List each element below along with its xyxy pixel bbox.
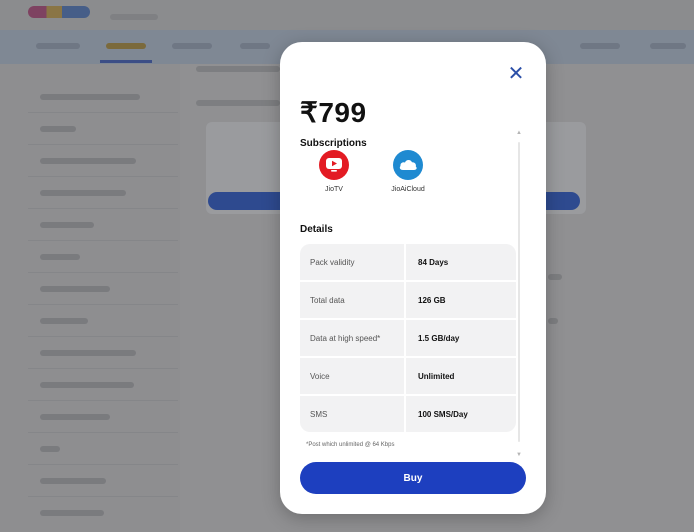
sidebar-item: [40, 318, 88, 324]
background-text-line: [196, 66, 280, 72]
detail-value: 100 SMS/Day: [404, 396, 516, 432]
nav-item: [650, 43, 686, 49]
detail-value: Unlimited: [404, 358, 516, 394]
subscription-label: JioAiCloud: [391, 186, 425, 193]
subscriptions-heading: Subscriptions: [300, 138, 367, 149]
sidebar-divider: [28, 208, 178, 209]
nav-item: [172, 43, 212, 49]
plan-details-modal: ✕ ₹799 ▲ ▼ Subscriptions JioTV JioAiClou…: [280, 42, 546, 514]
scroll-up-arrow-icon[interactable]: ▲: [516, 130, 522, 136]
sidebar-divider: [28, 304, 178, 305]
subscription-jiotv: JioTV: [304, 150, 364, 193]
nav-item: [240, 43, 270, 49]
sidebar-item: [40, 254, 80, 260]
sidebar-divider: [28, 272, 178, 273]
sidebar-item: [40, 382, 134, 388]
sidebar-item: [40, 190, 126, 196]
detail-value: 1.5 GB/day: [404, 320, 516, 356]
detail-value: 84 Days: [404, 244, 516, 280]
sidebar-item: [40, 510, 104, 516]
background-text-line: [548, 318, 558, 324]
sidebar-divider: [28, 112, 178, 113]
detail-label: SMS: [310, 409, 328, 419]
sidebar-item: [40, 446, 60, 452]
details-heading: Details: [300, 224, 333, 235]
sidebar-item: [40, 286, 110, 292]
play-icon: [319, 150, 349, 180]
nav-item: [580, 43, 620, 49]
scrollbar-thumb[interactable]: [518, 142, 520, 442]
details-row: SMS 100 SMS/Day: [300, 394, 516, 432]
details-row: Data at high speed* 1.5 GB/day: [300, 318, 516, 356]
sidebar-item: [40, 222, 94, 228]
sidebar-divider: [28, 336, 178, 337]
scroll-down-arrow-icon[interactable]: ▼: [516, 452, 522, 458]
sidebar-item: [40, 478, 106, 484]
sidebar-divider: [28, 176, 178, 177]
background-text-line: [548, 274, 562, 280]
sidebar-divider: [28, 432, 178, 433]
sidebar-divider: [28, 240, 178, 241]
modal-scrollbar[interactable]: ▲ ▼: [516, 130, 522, 460]
brand-logo-subtitle: [110, 14, 158, 20]
background-header: [0, 0, 694, 30]
sidebar-item: [40, 158, 136, 164]
details-row: Total data 126 GB: [300, 280, 516, 318]
nav-item: [36, 43, 80, 49]
detail-value: 126 GB: [404, 282, 516, 318]
detail-label: Data at high speed*: [310, 333, 381, 343]
buy-button[interactable]: Buy: [300, 462, 526, 494]
nav-item-active: [106, 43, 146, 49]
brand-logo: [28, 6, 90, 18]
subscription-label: JioTV: [325, 186, 343, 193]
nav-active-underline: [100, 60, 152, 63]
details-table: Pack validity 84 Days Total data 126 GB …: [300, 244, 516, 432]
sidebar-item: [40, 94, 140, 100]
sidebar-divider: [28, 496, 178, 497]
background-sidebar: [0, 64, 180, 532]
close-icon[interactable]: ✕: [506, 64, 526, 84]
sidebar-item: [40, 414, 110, 420]
cloud-icon: [393, 150, 423, 180]
sidebar-divider: [28, 144, 178, 145]
background-text-line: [196, 100, 280, 106]
subscription-jioaicloud: JioAiCloud: [378, 150, 438, 193]
detail-label: Pack validity: [310, 257, 355, 267]
detail-label: Total data: [310, 295, 345, 305]
details-row: Pack validity 84 Days: [300, 244, 516, 280]
sidebar-divider: [28, 400, 178, 401]
data-speed-footnote: *Post which unlimited @ 64 Kbps: [306, 442, 395, 448]
sidebar-divider: [28, 464, 178, 465]
detail-label: Voice: [310, 371, 330, 381]
sidebar-item: [40, 350, 136, 356]
sidebar-item: [40, 126, 76, 132]
plan-price: ₹799: [300, 97, 367, 128]
sidebar-divider: [28, 368, 178, 369]
details-row: Voice Unlimited: [300, 356, 516, 394]
